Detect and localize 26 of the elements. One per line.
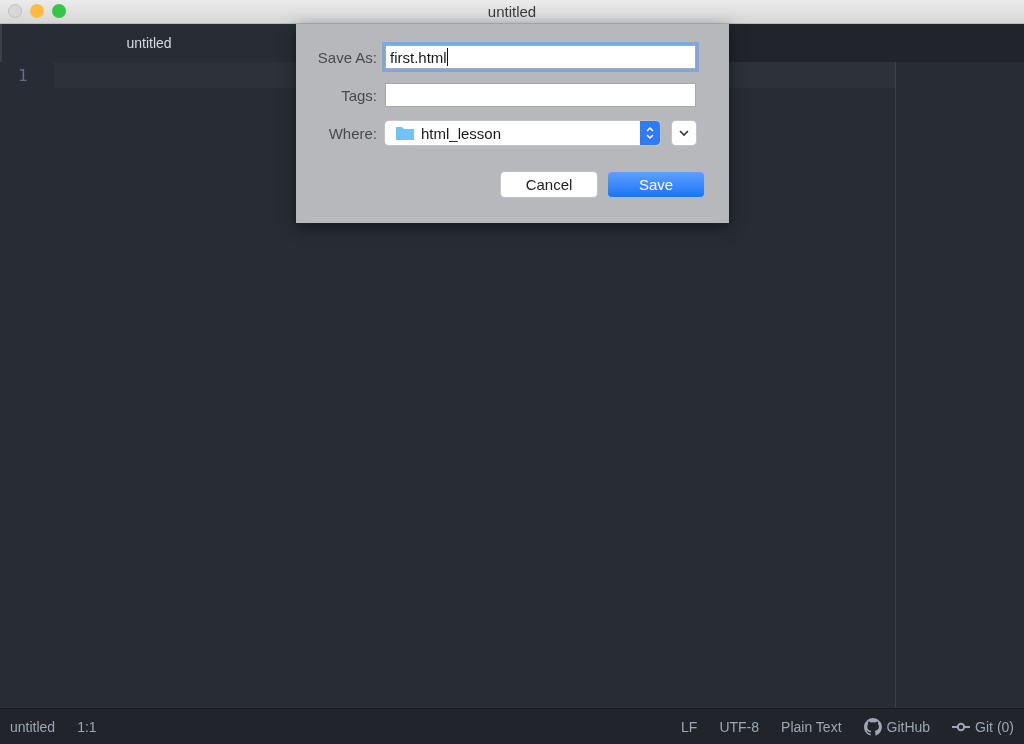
commit-icon: [952, 721, 971, 732]
editor-tab[interactable]: untitled: [0, 24, 296, 62]
folder-icon: [395, 125, 415, 141]
status-item[interactable]: UTF-8: [719, 718, 760, 735]
status-item[interactable]: LF: [681, 718, 698, 735]
window-title: untitled: [487, 3, 537, 20]
save-button[interactable]: Save: [608, 172, 704, 197]
tags-field[interactable]: [385, 83, 696, 107]
status-item[interactable]: Plain Text: [781, 718, 842, 735]
minimize-button[interactable]: [30, 4, 44, 18]
stepper-icon: [645, 125, 655, 141]
line-number: 1: [17, 65, 29, 85]
tags-label: Tags:: [340, 86, 378, 104]
status-item[interactable]: GitHub: [886, 718, 931, 735]
close-button[interactable]: [8, 4, 22, 18]
status-item[interactable]: 1:1: [77, 718, 97, 735]
github-icon: [863, 717, 882, 736]
expand-button[interactable]: [672, 121, 696, 145]
zoom-button[interactable]: [52, 4, 66, 18]
cancel-button[interactable]: Cancel: [501, 172, 597, 197]
location-popup[interactable]: html_lesson: [385, 121, 660, 145]
filename-field[interactable]: first.html: [385, 45, 696, 69]
where-label: Where:: [327, 124, 378, 142]
status-item[interactable]: untitled: [10, 718, 56, 735]
status-item[interactable]: Git (0): [975, 718, 1014, 735]
chevron-down-icon: [678, 129, 690, 137]
